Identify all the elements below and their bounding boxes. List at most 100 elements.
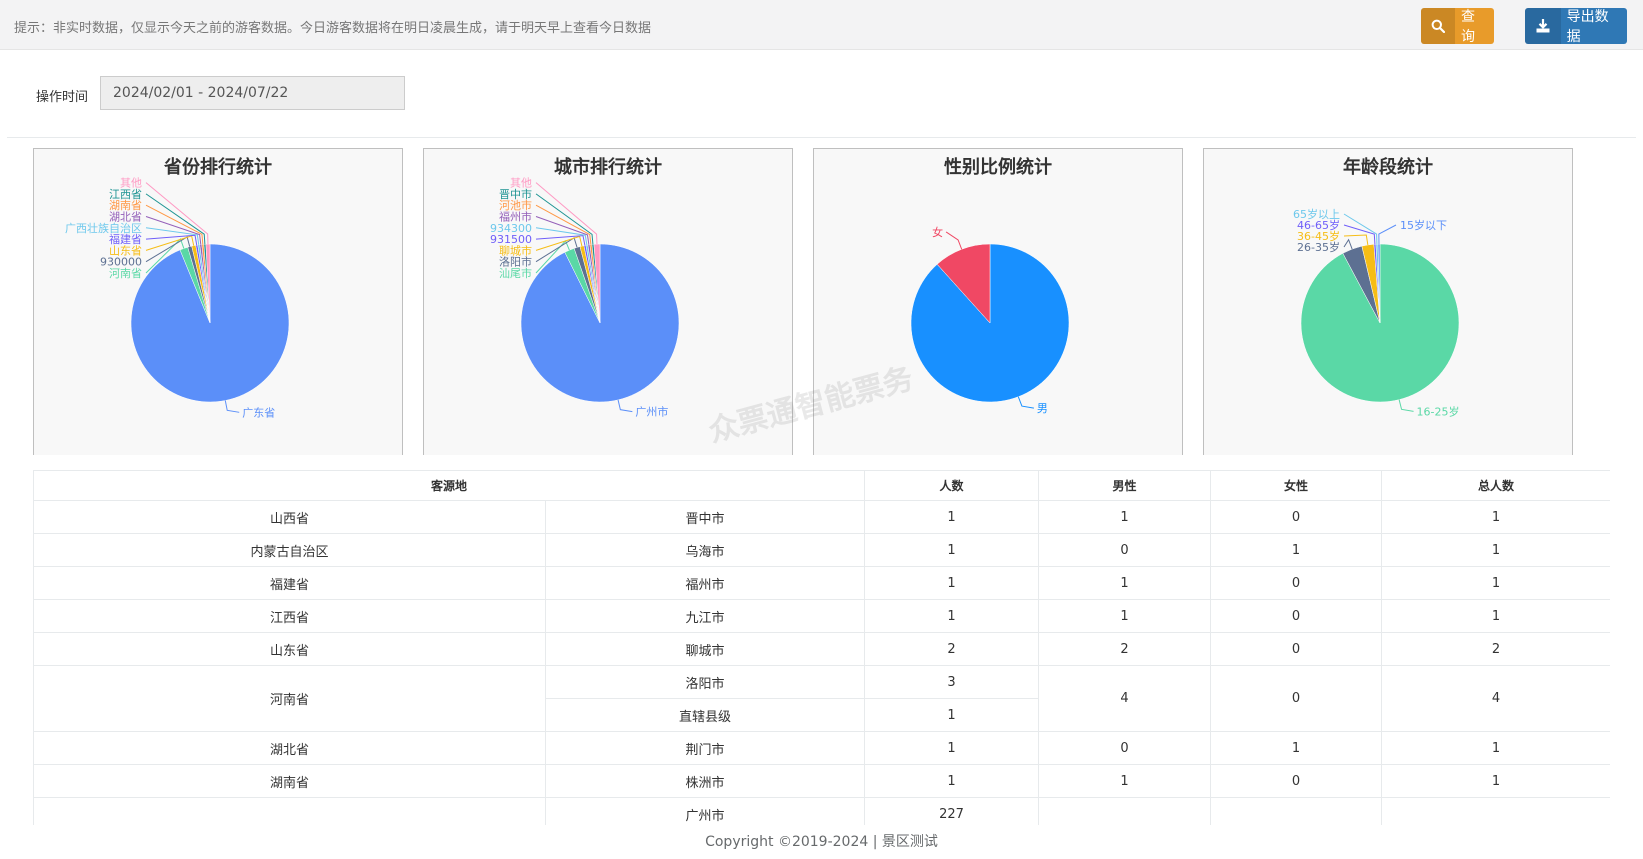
slice-label: 其他 — [120, 177, 142, 190]
count-cell: 1 — [864, 500, 1040, 534]
query-button-label: 查询 — [1460, 9, 1475, 45]
slice-label: 广州市 — [635, 405, 668, 419]
province-pie: 广东省河南省930000山东省福建省广西壮族自治区湖北省湖南省江西省其他 — [65, 177, 290, 419]
province-cell: 湖南省 — [33, 764, 546, 798]
table-row: 河南省 洛阳市 3 4 0 4 — [33, 665, 1610, 732]
label-leader-line — [1343, 234, 1369, 246]
slice-label: 65岁以上 — [1293, 207, 1340, 221]
male-cell: 1 — [1038, 566, 1212, 600]
label-leader-line — [1343, 238, 1353, 250]
header-count: 人数 — [864, 470, 1040, 501]
city-cell: 株洲市 — [544, 764, 866, 798]
total-cell: 4 — [1381, 665, 1610, 732]
table-row: 山西省 晋中市 1 1 0 1 — [33, 500, 1610, 534]
label-leader-line — [945, 231, 963, 250]
total-cell: 1 — [1381, 566, 1610, 600]
count-cell: 227 — [864, 797, 1040, 825]
table-row: 福建省 福州市 1 1 0 1 — [33, 566, 1610, 600]
slice-label: 河南省 — [109, 267, 142, 280]
female-cell — [1210, 797, 1383, 825]
slice-label: 其他 — [510, 177, 532, 190]
female-cell: 0 — [1210, 665, 1383, 732]
city-cell: 广州市 — [544, 797, 866, 825]
city-cell: 荆门市 — [544, 731, 866, 765]
slice-label: 934300 — [490, 222, 532, 235]
city-cell: 聊城市 — [544, 632, 866, 666]
table-row: 山东省 聊城市 2 2 0 2 — [33, 632, 1610, 666]
male-cell: 1 — [1038, 764, 1212, 798]
export-button[interactable]: 导出数据 — [1525, 8, 1627, 45]
query-button[interactable]: 查询 — [1421, 8, 1494, 45]
city-cell: 九江市 — [544, 599, 866, 633]
label-leader-line — [224, 400, 240, 413]
female-cell: 1 — [1210, 731, 1383, 765]
female-cell: 0 — [1210, 599, 1383, 633]
male-cell — [1038, 797, 1212, 825]
male-cell: 2 — [1038, 632, 1212, 666]
header-female: 女性 — [1210, 470, 1383, 501]
province-rank-chart: 省份排行统计 广东省 河南省 930000 山东省 福建省 广西壮族自治区 湖北省 湖南省 江西… — [33, 148, 403, 455]
slice-label: 16-25岁 — [1417, 404, 1460, 418]
filter-panel: 操作时间 2024/02/01 - 2024/07/22 — [7, 50, 1636, 138]
total-cell: 1 — [1381, 500, 1610, 534]
count-cell: 1 — [864, 698, 1040, 732]
count-cell: 1 — [864, 566, 1040, 600]
female-cell: 0 — [1210, 632, 1383, 666]
table-row: 湖南省 株洲市 1 1 0 1 — [33, 764, 1610, 798]
slice-label: 山东省 — [109, 244, 142, 257]
slice-label: 931500 — [490, 233, 532, 246]
city-cell: 乌海市 — [544, 533, 866, 567]
label-leader-line — [1017, 396, 1034, 409]
city-cell: 直辖县级 — [544, 698, 866, 732]
date-range-label: 操作时间 — [36, 90, 89, 105]
total-cell — [1381, 797, 1610, 825]
female-cell: 0 — [1210, 764, 1383, 798]
gender-ratio-chart: 性别比例统计 男女 — [813, 148, 1183, 455]
table-row: 广州市 227 — [33, 797, 1610, 825]
visitor-source-table-wrap: 客源地 人数 男性 女性 总人数 山西省 晋中市 1 1 0 1 内蒙古自治区 乌海市 1 0 1 1… — [33, 470, 1610, 825]
city-cell: 福州市 — [544, 566, 866, 600]
top-toolbar: 提示：非实时数据，仅显示今天之前的游客数据。今日游客数据将在明日凌晨生成，请于明… — [0, 0, 1643, 50]
slice-label: 湖南省 — [109, 199, 142, 212]
table-row: 内蒙古自治区 乌海市 1 0 1 1 — [33, 533, 1610, 567]
province-cell: 江西省 — [33, 599, 546, 633]
age-pie: 16-25岁26-35岁36-45岁46-65岁65岁以上15岁以下 — [1293, 207, 1460, 418]
count-cell: 2 — [864, 632, 1040, 666]
header-total: 总人数 — [1381, 470, 1610, 501]
male-cell: 1 — [1038, 500, 1212, 534]
male-cell: 1 — [1038, 599, 1212, 633]
notice-text: 提示：非实时数据，仅显示今天之前的游客数据。今日游客数据将在明日凌晨生成，请于明… — [14, 21, 652, 36]
male-cell: 0 — [1038, 731, 1212, 765]
age-group-chart: 年龄段统计 16-25岁 26-35岁 36-45岁 46-65岁 65岁以上 15岁以下 — [1203, 148, 1573, 455]
province-cell: 内蒙古自治区 — [33, 533, 546, 567]
label-leader-line — [145, 182, 209, 245]
total-cell: 1 — [1381, 731, 1610, 765]
table-row: 湖北省 荆门市 1 0 1 1 — [33, 731, 1610, 765]
province-cell: 河南省 — [33, 665, 546, 732]
date-range-input[interactable]: 2024/02/01 - 2024/07/22 — [100, 76, 405, 110]
label-leader-line — [617, 399, 633, 413]
table-header-row: 客源地 人数 男性 女性 总人数 — [33, 470, 1610, 501]
label-leader-line — [1398, 399, 1414, 412]
province-cell: 福建省 — [33, 566, 546, 600]
charts-row: 省份排行统计 广东省 河南省 930000 山东省 福建省 广西壮族自治区 湖北省 湖南省 江西… — [0, 140, 1643, 455]
label-leader-line — [1343, 224, 1376, 245]
city-pie: 广州市汕尾市洛阳市聊城市931500934300福州市河池市晋中市其他 — [490, 177, 680, 419]
province-cell: 山东省 — [33, 632, 546, 666]
slice-label: 湖北省 — [109, 211, 142, 224]
city-cell: 洛阳市 — [544, 665, 866, 699]
province-cell: 山西省 — [33, 500, 546, 534]
slice-label: 男 — [1037, 402, 1048, 415]
table-body: 山西省 晋中市 1 1 0 1 内蒙古自治区 乌海市 1 0 1 1 福建省 福州市 1 1 0 1 江西省 九江市 1… — [33, 500, 1610, 825]
total-cell: 2 — [1381, 632, 1610, 666]
download-icon — [1525, 8, 1561, 44]
female-cell: 0 — [1210, 566, 1383, 600]
header-source: 客源地 — [33, 470, 866, 501]
search-icon — [1421, 8, 1455, 44]
count-cell: 1 — [864, 533, 1040, 567]
copyright-text: Copyright ©2019-2024 | 景区测试 — [705, 834, 938, 850]
male-cell: 4 — [1038, 665, 1212, 732]
total-cell: 1 — [1381, 599, 1610, 633]
footer: Copyright ©2019-2024 | 景区测试 — [0, 826, 1643, 859]
slice-label: 广东省 — [242, 406, 275, 419]
